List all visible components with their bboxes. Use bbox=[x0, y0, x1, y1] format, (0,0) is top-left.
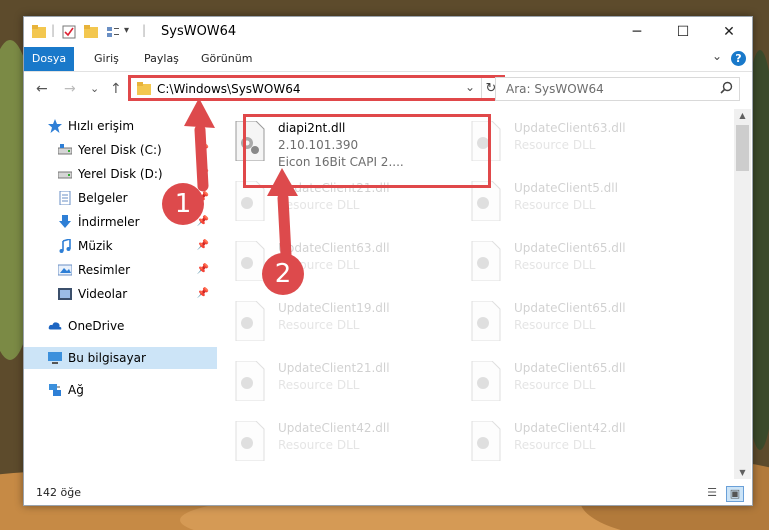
step-badge-2: 2 bbox=[262, 253, 304, 295]
annotation-arrows bbox=[184, 98, 298, 261]
arrow-2 bbox=[267, 168, 298, 261]
step-badge-1: 1 bbox=[162, 183, 204, 225]
arrow-1 bbox=[184, 98, 215, 192]
